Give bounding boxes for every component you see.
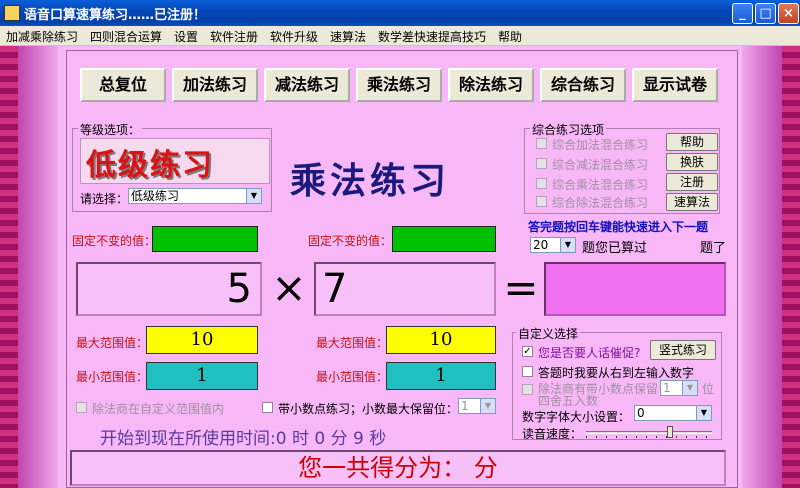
fixed-value-box-1 [152, 226, 258, 252]
chevron-down-icon: ▼ [560, 238, 575, 252]
font-size-select[interactable]: 0 ▼ [634, 405, 712, 421]
div-decimal-checkbox[interactable] [522, 384, 533, 395]
division-practice-button[interactable]: 除法练习 [448, 68, 534, 102]
help-button[interactable]: 帮助 [666, 133, 718, 151]
combined-practice-button[interactable]: 综合练习 [540, 68, 626, 102]
fixed-value-box-2 [392, 226, 496, 252]
chevron-down-icon: ▼ [246, 189, 261, 203]
rtl-input-checkbox[interactable] [522, 366, 533, 377]
hint-text: 答完题按回车键能快速进入下一题 [528, 220, 709, 234]
count-text-1: 题您已算过 [582, 241, 648, 256]
max-range-input-1[interactable]: 10 [146, 326, 258, 354]
multiplication-practice-button[interactable]: 乘法练习 [356, 68, 442, 102]
div-custom-label: 除法商在自定义范围值内 [92, 402, 225, 416]
font-size-label: 数字字体大小设置： [522, 410, 631, 424]
level-select-label: 请选择： [80, 192, 129, 206]
min-range-label-2: 最小范围值： [316, 370, 389, 384]
left-decor-gradient [18, 46, 58, 488]
min-range-label-1: 最小范围值： [76, 370, 149, 384]
register-button[interactable]: 注册 [666, 173, 718, 191]
max-range-label-2: 最大范围值： [316, 336, 389, 350]
max-range-input-2[interactable]: 10 [386, 326, 496, 354]
count-select[interactable]: 20 ▼ [530, 237, 576, 253]
menu-item-upgrade[interactable]: 软件升级 [270, 28, 318, 45]
decimal-places-select[interactable]: 1 ▼ [458, 398, 496, 414]
title-bar: 语音口算速算练习……已注册！ _ □ × [0, 0, 800, 26]
menu-item-tips[interactable]: 数学差快速提高技巧 [378, 28, 486, 45]
vertical-practice-button[interactable]: 竖式练习 [650, 340, 716, 360]
div-custom-checkbox[interactable] [76, 402, 87, 413]
rtl-input-label: 答题时我要从右到左输入数字 [538, 366, 695, 380]
div-decimal-select[interactable]: 1 ▼ [660, 380, 698, 396]
menu-item-settings[interactable]: 设置 [174, 28, 198, 45]
menu-item-help[interactable]: 帮助 [498, 28, 522, 45]
mode-title: 乘法练习 [290, 160, 451, 202]
right-decor-strip [782, 46, 800, 488]
menu-item-register[interactable]: 软件注册 [210, 28, 258, 45]
combo-add-label: 综合加法混合练习 [552, 138, 649, 152]
combo-div-label: 综合除法混合练习 [552, 196, 649, 210]
score-display: 您一共得分为： 分 [70, 450, 726, 486]
custom-group-label: 自定义选择 [516, 325, 581, 342]
subtraction-practice-button[interactable]: 减法练习 [264, 68, 350, 102]
operator-sign: × [271, 263, 307, 312]
window-title: 语音口算速算练习……已注册！ [24, 8, 207, 23]
menu-item-speed-method[interactable]: 速算法 [330, 28, 366, 45]
chevron-down-icon: ▼ [696, 406, 711, 420]
div-decimal-unit: 位 [702, 382, 715, 396]
min-range-input-1[interactable]: 1 [146, 362, 258, 390]
reset-all-button[interactable]: 总复位 [80, 68, 166, 102]
decimal-checkbox[interactable] [262, 402, 273, 413]
equals-sign: = [503, 263, 539, 312]
combo-mul-checkbox[interactable] [536, 178, 547, 189]
combo-sub-checkbox[interactable] [536, 158, 547, 169]
combo-sub-label: 综合减法混合练习 [552, 158, 649, 172]
elapsed-time: 开始到现在所使用时间:0 时 0 分 9 秒 [100, 429, 387, 449]
chevron-down-icon: ▼ [682, 381, 697, 395]
right-decor-gradient [742, 46, 782, 488]
level-display-text: 低级练习 [86, 148, 214, 183]
fixed-value-label-1: 固定不变的值： [72, 234, 157, 248]
fixed-value-label-2: 固定不变的值： [308, 234, 393, 248]
div-decimal-value: 1 [663, 381, 671, 395]
menu-bar: 加减乘除练习 四则混合运算 设置 软件注册 软件升级 速算法 数学差快速提高技巧… [0, 26, 800, 46]
level-select[interactable]: 低级练习 ▼ [128, 188, 262, 204]
speed-slider-ticks [586, 436, 712, 438]
min-range-input-2[interactable]: 1 [386, 362, 496, 390]
decimal-label: 带小数点练习；小数最大保留位： [278, 402, 459, 416]
left-operand: 5 [76, 262, 262, 316]
max-range-label-1: 最大范围值： [76, 336, 149, 350]
level-group-label: 等级选项： [78, 121, 143, 138]
addition-practice-button[interactable]: 加法练习 [172, 68, 258, 102]
speed-slider-track[interactable] [586, 431, 712, 434]
right-operand: 7 [314, 262, 496, 316]
menu-item-arithmetic[interactable]: 加减乘除练习 [6, 28, 78, 45]
left-decor-strip [0, 46, 18, 488]
urge-label: 您是否要人话催促? [538, 346, 641, 360]
show-paper-button[interactable]: 显示试卷 [632, 68, 718, 102]
speed-method-button[interactable]: 速算法 [666, 193, 718, 211]
app-icon [4, 5, 20, 21]
rounding-label: 四舍五入数 [538, 394, 599, 408]
combo-add-checkbox[interactable] [536, 138, 547, 149]
count-text-2: 题了 [700, 241, 727, 256]
speed-slider-thumb[interactable] [667, 426, 673, 438]
skin-button[interactable]: 换肤 [666, 153, 718, 171]
maximize-button[interactable]: □ [755, 3, 776, 24]
chevron-down-icon: ▼ [480, 399, 495, 413]
speed-label: 读音速度： [522, 427, 583, 441]
urge-checkbox[interactable]: ✓ [522, 346, 533, 357]
decimal-places-value: 1 [461, 399, 469, 413]
level-select-value: 低级练习 [131, 189, 180, 203]
combo-mul-label: 综合乘法混合练习 [552, 178, 649, 192]
answer-input[interactable] [544, 262, 726, 316]
combo-div-checkbox[interactable] [536, 196, 547, 207]
close-button[interactable]: × [778, 3, 799, 24]
menu-item-mixed[interactable]: 四则混合运算 [90, 28, 162, 45]
count-select-value: 20 [533, 238, 549, 252]
font-size-value: 0 [637, 406, 645, 420]
minimize-button[interactable]: _ [732, 3, 753, 24]
